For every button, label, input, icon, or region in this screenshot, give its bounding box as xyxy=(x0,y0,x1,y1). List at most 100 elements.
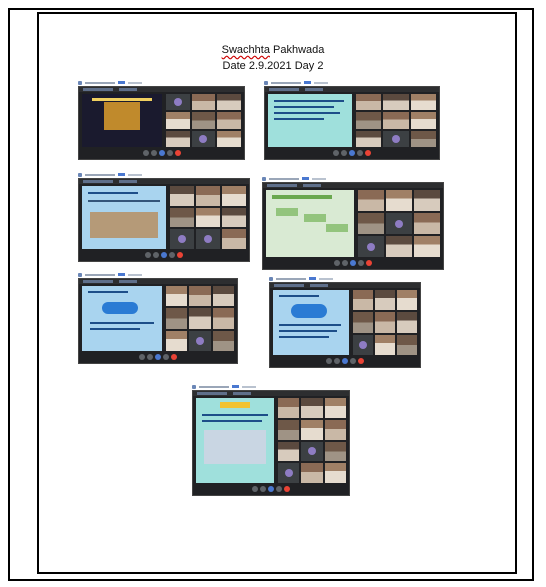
presented-slide xyxy=(273,290,349,355)
participant-tile xyxy=(217,94,241,111)
screenshot-header xyxy=(78,172,142,177)
call-controls xyxy=(263,260,443,267)
participant-tile xyxy=(410,112,436,129)
participant-tile xyxy=(196,186,220,206)
presented-slide xyxy=(82,186,166,249)
participant-tile xyxy=(301,441,323,462)
participant-tile xyxy=(222,186,246,206)
participant-grid xyxy=(356,94,436,147)
participant-tile xyxy=(410,130,436,147)
participant-tile xyxy=(358,213,384,234)
presented-slide xyxy=(82,94,162,147)
participant-tile xyxy=(189,330,211,351)
participant-tile xyxy=(222,207,246,228)
presented-slide xyxy=(266,190,354,257)
title-word-pakhwada: Pakhwada xyxy=(273,44,325,56)
meeting-screenshot-5 xyxy=(78,272,238,364)
call-controls xyxy=(265,150,439,157)
participant-tile xyxy=(353,312,373,333)
screenshot-header xyxy=(262,176,326,181)
participant-tile xyxy=(278,419,300,440)
participant-tile xyxy=(301,463,323,483)
participant-tile xyxy=(386,190,412,211)
participant-tile xyxy=(189,286,211,307)
screenshot-header xyxy=(78,272,142,277)
meeting-screenshot-4 xyxy=(262,176,444,270)
meeting-screenshot-1 xyxy=(78,80,245,160)
participant-tile xyxy=(324,398,346,418)
presented-slide xyxy=(196,398,274,483)
meet-window xyxy=(78,178,250,262)
participant-tile xyxy=(383,112,409,129)
participant-tile xyxy=(166,130,190,147)
participant-tile xyxy=(397,290,417,311)
participant-tile xyxy=(191,94,216,111)
title-word-swachhta: Swachhta xyxy=(221,44,270,56)
document-title: Swachhta Pakhwada xyxy=(0,44,546,56)
meeting-screenshot-7 xyxy=(192,384,350,496)
meet-window xyxy=(78,86,245,160)
participant-tile xyxy=(166,330,188,351)
meet-window xyxy=(264,86,440,160)
call-controls xyxy=(193,486,349,493)
call-controls xyxy=(270,358,420,365)
participant-tile xyxy=(222,229,246,249)
participant-tile xyxy=(375,312,395,333)
participant-tile xyxy=(196,229,220,249)
participant-tile xyxy=(324,419,346,440)
participant-grid xyxy=(358,190,440,257)
participant-tile xyxy=(170,229,194,249)
meet-window xyxy=(269,282,421,368)
participant-tile xyxy=(353,334,373,355)
participant-tile xyxy=(278,398,300,418)
participant-tile xyxy=(189,308,211,329)
participant-tile xyxy=(386,213,412,234)
participant-tile xyxy=(383,130,409,147)
participant-tile xyxy=(397,334,417,355)
screenshot-header xyxy=(269,276,333,281)
participant-tile xyxy=(278,441,300,462)
participant-tile xyxy=(212,286,234,307)
participant-tile xyxy=(166,308,188,329)
participant-tile xyxy=(353,290,373,311)
meet-window xyxy=(78,278,238,364)
call-controls xyxy=(79,150,244,157)
participant-tile xyxy=(358,236,384,257)
participant-tile xyxy=(356,130,382,147)
participant-tile xyxy=(301,419,323,440)
participant-grid xyxy=(166,286,234,351)
screenshot-header xyxy=(192,384,256,389)
participant-tile xyxy=(170,207,194,228)
participant-tile xyxy=(386,236,412,257)
participant-tile xyxy=(356,112,382,129)
participant-grid xyxy=(353,290,417,355)
presented-slide xyxy=(268,94,352,147)
participant-tile xyxy=(191,112,216,129)
participant-tile xyxy=(212,330,234,351)
participant-tile xyxy=(196,207,220,228)
participant-tile xyxy=(278,463,300,483)
call-controls xyxy=(79,252,249,259)
participant-tile xyxy=(212,308,234,329)
participant-tile xyxy=(324,441,346,462)
participant-tile xyxy=(324,463,346,483)
meeting-screenshot-3 xyxy=(78,172,250,262)
screenshot-header xyxy=(78,80,142,85)
participant-grid xyxy=(278,398,346,483)
participant-tile xyxy=(375,290,395,311)
participant-tile xyxy=(191,130,216,147)
participant-grid xyxy=(166,94,241,147)
participant-tile xyxy=(356,94,382,111)
participant-tile xyxy=(397,312,417,333)
participant-tile xyxy=(166,112,190,129)
meet-window xyxy=(262,182,444,270)
participant-tile xyxy=(166,286,188,307)
participant-tile xyxy=(414,213,440,234)
screenshot-header xyxy=(264,80,328,85)
participant-tile xyxy=(414,190,440,211)
participant-tile xyxy=(414,236,440,257)
participant-grid xyxy=(170,186,246,249)
call-controls xyxy=(79,354,237,361)
meeting-screenshot-2 xyxy=(264,80,440,160)
participant-tile xyxy=(166,94,190,111)
